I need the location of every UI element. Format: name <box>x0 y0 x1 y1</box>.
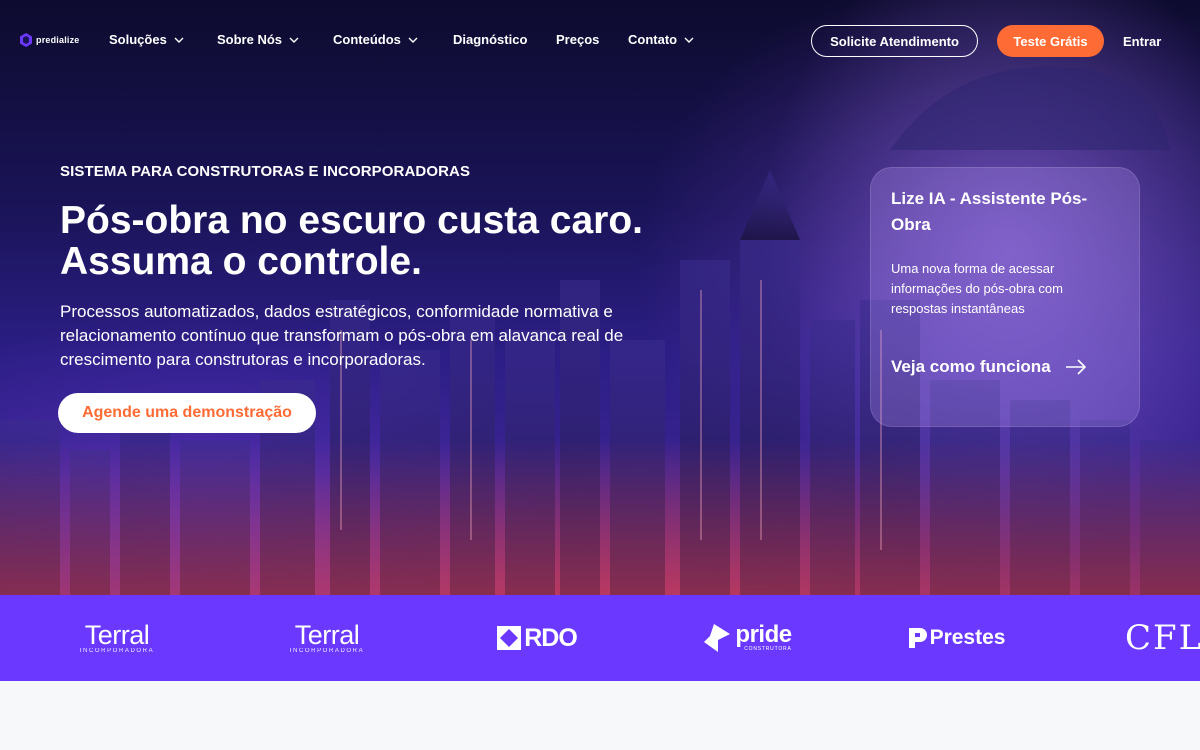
nav-item-contato[interactable]: Contato <box>628 32 695 47</box>
nav-item-sobre-nos[interactable]: Sobre Nós <box>217 32 300 47</box>
pride-subtitle: CONSTRUTORA <box>744 646 792 652</box>
chevron-down-icon <box>174 37 184 43</box>
terral-subtitle: INCORPORADORA <box>79 648 155 654</box>
logo-pride: pride CONSTRUTORA <box>702 595 794 681</box>
card-link-label: Veja como funciona <box>891 357 1051 376</box>
hero-eyebrow: SISTEMA PARA CONSTRUTORAS E INCORPORADOR… <box>60 163 471 180</box>
terral-subtitle: INCORPORADORA <box>289 648 365 654</box>
nav-item-conteudos[interactable]: Conteúdos <box>333 32 419 47</box>
chevron-down-icon <box>289 37 299 43</box>
brand-logo[interactable]: predialize <box>20 33 80 47</box>
logo-cfl: CFL <box>1125 595 1200 681</box>
terral-wordmark: Terral <box>294 620 360 650</box>
logo-rdo: RDO <box>492 595 582 681</box>
pride-wordmark: pride <box>735 621 792 648</box>
top-navigation: predialize Soluções Sobre Nós Conteúdos … <box>0 0 1200 80</box>
logo-terral-2: Terral INCORPORADORA <box>287 595 367 681</box>
chevron-down-icon <box>684 37 694 43</box>
logo-cube-icon <box>20 33 32 47</box>
cfl-wordmark: CFL <box>1125 618 1200 658</box>
headline-line-1: Pós-obra no escuro custa caro. <box>60 199 644 242</box>
nav-item-label: Diagnóstico <box>453 32 528 47</box>
hero-section: predialize Soluções Sobre Nós Conteúdos … <box>0 0 1200 595</box>
pride-mark-icon <box>704 624 731 652</box>
terral-wordmark: Terral <box>84 620 150 650</box>
nav-item-diagnostico[interactable]: Diagnóstico <box>453 32 527 47</box>
hero-headline: Pós-obra no escuro custa caro. Assuma o … <box>60 200 740 282</box>
rdo-wordmark: RDO <box>524 623 578 652</box>
entrar-link[interactable]: Entrar <box>1123 34 1161 49</box>
arrow-right-icon <box>1065 359 1086 375</box>
solicite-atendimento-button[interactable]: Solicite Atendimento <box>811 25 978 57</box>
hero-subtitle: Processos automatizados, dados estratégi… <box>60 302 624 369</box>
lize-ia-card[interactable]: Lize IA - Assistente Pós-Obra Uma nova f… <box>870 167 1140 427</box>
client-logos-strip: Terral INCORPORADORA Terral INCORPORADOR… <box>0 595 1200 681</box>
rdo-diamond-icon <box>497 626 522 650</box>
brand-name: predialize <box>36 35 80 45</box>
teste-gratis-button[interactable]: Teste Grátis <box>997 25 1104 57</box>
prestes-wordmark: Prestes <box>929 626 1006 649</box>
veja-como-funciona-link[interactable]: Veja como funciona <box>891 357 1087 377</box>
agende-demonstracao-button[interactable]: Agende uma demonstração <box>58 393 316 433</box>
headline-line-2: Assuma o controle. <box>60 240 422 283</box>
logo-prestes: Prestes <box>908 595 1006 681</box>
card-title: Lize IA - Assistente Pós-Obra <box>891 189 1088 234</box>
nav-item-label: Soluções <box>109 32 167 47</box>
next-section <box>0 681 1200 750</box>
nav-item-label: Preços <box>556 32 600 47</box>
nav-item-label: Conteúdos <box>333 32 401 47</box>
nav-item-solucoes[interactable]: Soluções <box>109 32 185 47</box>
nav-item-precos[interactable]: Preços <box>556 32 599 47</box>
nav-item-label: Contato <box>628 32 678 47</box>
nav-item-label: Sobre Nós <box>217 32 283 47</box>
chevron-down-icon <box>408 37 418 43</box>
card-description: Uma nova forma de acessar informações do… <box>891 261 1063 316</box>
prestes-p-icon <box>908 628 927 648</box>
logo-terral: Terral INCORPORADORA <box>77 595 157 681</box>
